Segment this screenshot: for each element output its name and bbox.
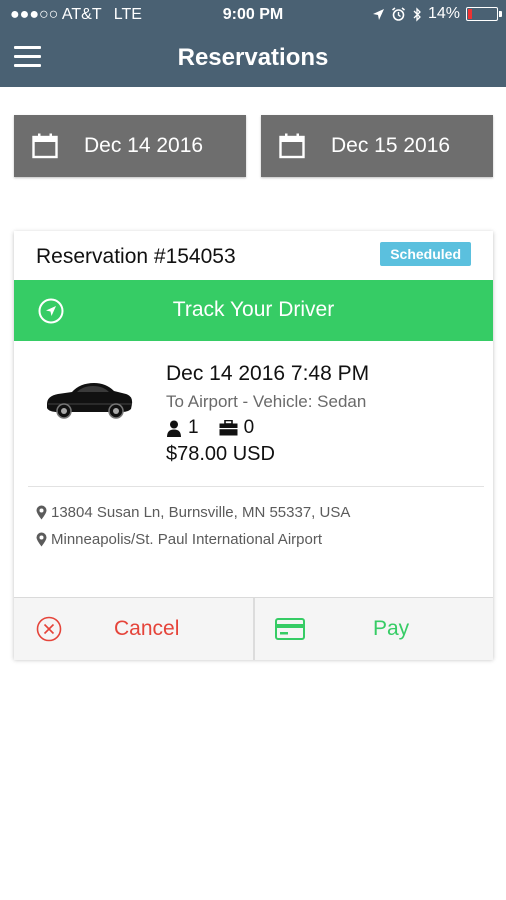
route-vehicle: To Airport - Vehicle: Sedan bbox=[166, 392, 367, 411]
dropoff-address: Minneapolis/St. Paul International Airpo… bbox=[51, 531, 322, 548]
start-date-label: Dec 14 2016 bbox=[84, 134, 204, 157]
calendar-icon bbox=[32, 133, 58, 159]
divider bbox=[28, 486, 484, 487]
page-title: Reservations bbox=[177, 44, 329, 71]
track-driver-button[interactable]: Track Your Driver bbox=[14, 280, 493, 341]
bluetooth-icon bbox=[413, 6, 421, 22]
calendar-icon bbox=[279, 133, 305, 159]
start-date-button[interactable]: Dec 14 2016 bbox=[14, 115, 246, 177]
status-badge: Scheduled bbox=[380, 242, 471, 266]
pickup-datetime: Dec 14 2016 7:48 PM bbox=[166, 362, 370, 385]
pay-label: Pay bbox=[373, 617, 410, 640]
pay-button[interactable]: Pay bbox=[255, 598, 494, 660]
reservation-card: Reservation #154053 Scheduled Track Your… bbox=[14, 231, 493, 660]
status-icons: 14% bbox=[372, 5, 502, 23]
end-date-label: Dec 15 2016 bbox=[331, 134, 451, 157]
battery-percent: 14% bbox=[427, 5, 460, 22]
status-bar: ●●●○○ AT&T LTE 9:00 PM 14% bbox=[0, 0, 506, 30]
card-actions: Cancel Pay bbox=[14, 597, 493, 660]
pickup-address: 13804 Susan Ln, Burnsville, MN 55337, US… bbox=[51, 504, 351, 521]
reservation-number: Reservation #154053 bbox=[36, 245, 236, 268]
credit-card-icon bbox=[275, 618, 305, 640]
nav-bar: Reservations bbox=[0, 30, 506, 87]
map-pin-icon bbox=[36, 505, 47, 520]
cancel-button[interactable]: Cancel bbox=[14, 598, 253, 660]
end-date-button[interactable]: Dec 15 2016 bbox=[261, 115, 493, 177]
trip-price: $78.00 USD bbox=[166, 443, 275, 465]
map-pin-icon bbox=[36, 532, 47, 547]
trip-details: Dec 14 2016 7:48 PM To Airport - Vehicle… bbox=[166, 362, 369, 466]
luggage-icon bbox=[219, 420, 238, 436]
capacity-row: 1 0 bbox=[166, 417, 369, 439]
cancel-label: Cancel bbox=[114, 617, 180, 640]
sedan-car-image bbox=[47, 383, 133, 419]
battery-icon bbox=[466, 7, 502, 21]
pickup-address-row: 13804 Susan Ln, Burnsville, MN 55337, US… bbox=[36, 504, 350, 521]
person-icon bbox=[167, 420, 181, 437]
luggage-count: 0 bbox=[243, 417, 255, 438]
passenger-count: 1 bbox=[188, 417, 199, 438]
track-driver-label: Track Your Driver bbox=[172, 298, 335, 321]
dropoff-address-row: Minneapolis/St. Paul International Airpo… bbox=[36, 531, 322, 548]
cancel-x-icon bbox=[36, 616, 62, 642]
location-arrow-icon bbox=[372, 8, 384, 20]
alarm-icon bbox=[392, 6, 405, 21]
